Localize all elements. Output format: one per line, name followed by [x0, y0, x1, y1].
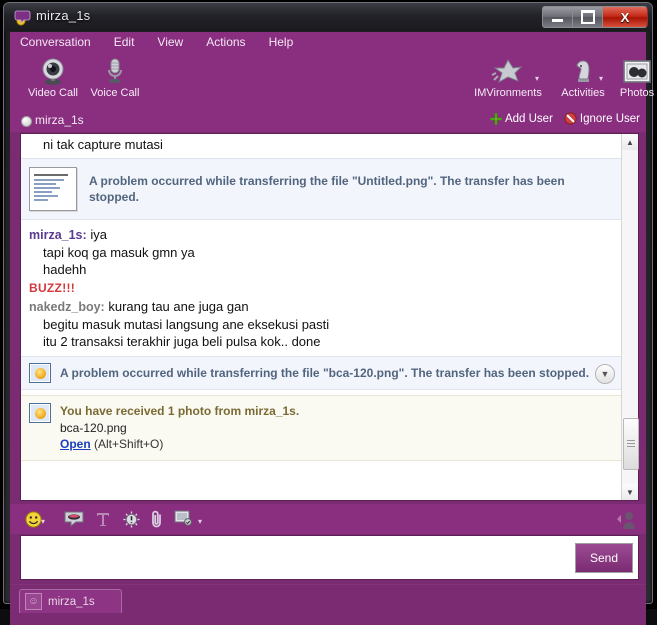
message-row: nakedz_boy: kurang tau ane juga gan begi… [21, 296, 623, 351]
photos-button[interactable]: Photos [606, 54, 657, 99]
voice-call-label: Voice Call [90, 87, 140, 99]
smiley-chevron-down-icon[interactable]: ▾ [41, 517, 48, 526]
compose-toolbar: ▾ ▾ [10, 504, 646, 534]
add-user-label: Add User [504, 112, 553, 125]
chess-knight-icon [552, 54, 614, 86]
tab-label: mirza_1s [48, 595, 95, 608]
webcam-icon [22, 54, 84, 86]
menu-bar: Conversation Edit View Actions Help [10, 32, 646, 52]
microphone-icon [84, 54, 146, 86]
file-transfer-error-notice: A problem occurred while transferring th… [21, 356, 623, 390]
menu-view[interactable]: View [154, 34, 186, 50]
share-photo-icon[interactable] [173, 508, 195, 530]
message-row: mirza_1s: iya tapi koq ga masuk gmn ya h… [21, 224, 623, 279]
message-text: iya [90, 227, 107, 242]
conversation-scrollbar[interactable]: ▲ ▼ [621, 134, 639, 500]
menu-conversation[interactable]: Conversation [17, 34, 94, 50]
message-text: hadehh [43, 262, 87, 277]
message-text: ni tak capture mutasi [43, 137, 163, 152]
smiley-tab-icon: ☺ [25, 593, 42, 610]
video-call-button[interactable]: Video Call [22, 54, 84, 99]
file-document-icon [29, 167, 77, 211]
paperclip-icon[interactable] [146, 508, 168, 530]
client-area: Conversation Edit View Actions Help Vide… [10, 32, 654, 625]
buzz-icon[interactable] [120, 508, 142, 530]
chat-window: mirza_1s X Conversation Edit View Action… [3, 2, 654, 625]
close-button[interactable]: X [602, 6, 648, 28]
window-titlebar[interactable]: mirza_1s X [4, 3, 652, 31]
scrollbar-thumb[interactable] [623, 418, 639, 470]
maximize-button[interactable] [572, 6, 602, 28]
photo-received-notice: You have received 1 photo from mirza_1s.… [21, 395, 623, 461]
ignore-user-label: Ignore User [579, 112, 640, 125]
imvironments-chevron-down-icon[interactable]: ▾ [535, 74, 542, 83]
open-photo-link[interactable]: Open [60, 437, 91, 451]
message-text: begitu masuk mutasi langsung ane eksekus… [43, 317, 330, 332]
desktop-background: mirza_1s X Conversation Edit View Action… [0, 0, 657, 625]
file-transfer-error-text: A problem occurred while transferring th… [89, 174, 565, 204]
message-sender: mirza_1s: [29, 228, 87, 242]
window-controls: X [542, 6, 648, 28]
text-format-icon[interactable] [92, 508, 114, 530]
message-text: tapi koq ga masuk gmn ya [43, 245, 195, 260]
add-user-button[interactable]: Add User [489, 112, 553, 125]
audibles-icon[interactable] [63, 508, 85, 530]
user-action-links: Add User Ignore User [489, 112, 640, 125]
ignore-user-button[interactable]: Ignore User [564, 112, 640, 125]
menu-edit[interactable]: Edit [111, 34, 138, 50]
block-icon [564, 112, 577, 125]
scroll-down-button[interactable]: ▼ [622, 484, 638, 500]
contact-name: mirza_1s [35, 113, 84, 127]
message-list[interactable]: ni tak capture mutasi A problem occurred… [21, 134, 623, 500]
window-title: mirza_1s [36, 8, 91, 23]
contact-status-row: mirza_1s Add User Ignore User [10, 110, 646, 132]
menu-actions[interactable]: Actions [203, 34, 248, 50]
activities-chevron-down-icon[interactable]: ▾ [599, 74, 606, 83]
activities-label: Activities [561, 87, 605, 99]
message-input-area[interactable]: Send [20, 535, 639, 580]
message-input[interactable] [25, 540, 589, 578]
photos-label: Photos [619, 87, 655, 99]
imvironments-label: IMVironments [474, 87, 542, 99]
avatar-icon[interactable] [612, 508, 638, 530]
video-call-label: Video Call [28, 87, 78, 99]
main-toolbar: Video Call Voice Call IMVironments ▾ Act… [10, 52, 654, 110]
conversation-tabstrip: ☺ mirza_1s [10, 584, 646, 625]
message-text: itu 2 transaksi terakhir juga beli pulsa… [43, 334, 321, 349]
status-dot-icon [21, 116, 32, 127]
message-sender: nakedz_boy: [29, 300, 105, 314]
photo-received-text: You have received 1 photo from mirza_1s. [60, 404, 300, 418]
minimize-button[interactable] [542, 6, 572, 28]
message-row: ni tak capture mutasi [21, 134, 623, 154]
open-photo-shortcut: (Alt+Shift+O) [94, 437, 164, 451]
plus-icon [489, 112, 502, 125]
file-transfer-error-notice: A problem occurred while transferring th… [21, 158, 623, 220]
yahoo-messenger-icon [14, 8, 32, 26]
chevron-down-icon[interactable]: ▼ [595, 364, 615, 384]
photo-icon [29, 403, 51, 423]
share-photo-chevron-down-icon[interactable]: ▾ [198, 517, 205, 526]
buzz-notification: BUZZ!!! [29, 281, 76, 295]
voice-call-button[interactable]: Voice Call [84, 54, 146, 99]
message-text: kurang tau ane juga gan [108, 299, 249, 314]
send-button[interactable]: Send [575, 543, 633, 573]
scroll-up-button[interactable]: ▲ [622, 134, 638, 150]
tab-mirza-1s[interactable]: ☺ mirza_1s [19, 589, 122, 613]
conversation-panel: ni tak capture mutasi A problem occurred… [20, 133, 639, 501]
photo-icon [29, 363, 51, 383]
menu-help[interactable]: Help [266, 34, 297, 50]
photo-filename: bca-120.png [60, 421, 127, 435]
file-transfer-error-text: A problem occurred while transferring th… [60, 366, 590, 380]
photos-icon [606, 54, 657, 86]
